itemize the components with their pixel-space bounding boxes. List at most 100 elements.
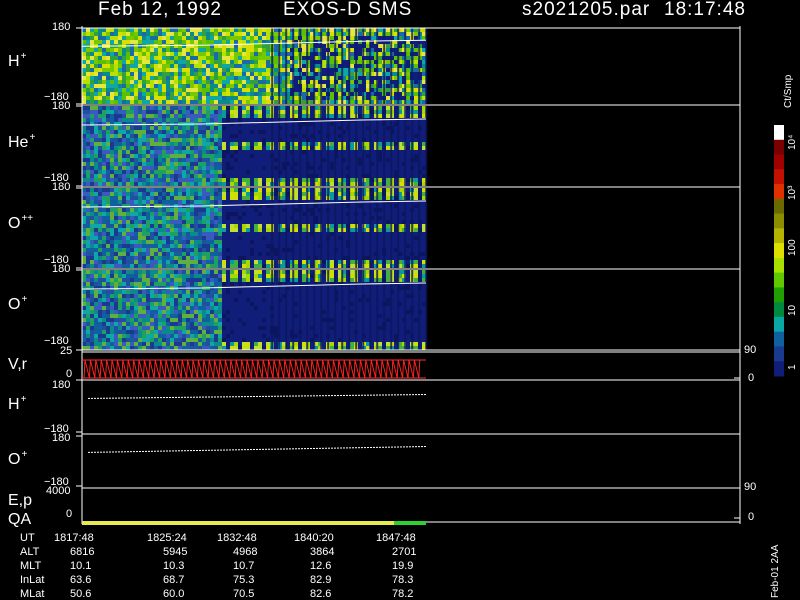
- heatmap-cell: [154, 248, 158, 252]
- heatmap-cell: [414, 68, 418, 72]
- heatmap-cell: [134, 92, 138, 96]
- heatmap-cell: [222, 182, 226, 186]
- heatmap-cell: [178, 106, 182, 110]
- heatmap-cell: [154, 36, 158, 40]
- heatmap-cell: [322, 204, 326, 208]
- heatmap-cell: [226, 110, 230, 114]
- heatmap-cell: [106, 252, 110, 256]
- heatmap-cell: [170, 228, 174, 232]
- heatmap-cell: [182, 134, 186, 138]
- heatmap-cell: [130, 60, 134, 64]
- heatmap-cell: [350, 220, 354, 224]
- heatmap-cell: [138, 228, 142, 232]
- heatmap-cell: [350, 204, 354, 208]
- heatmap-cell: [214, 188, 218, 192]
- heatmap-cell: [386, 220, 390, 224]
- heatmap-cell: [126, 36, 130, 40]
- heatmap-cell: [90, 162, 94, 166]
- heatmap-cell: [158, 260, 162, 264]
- heatmap-cell: [262, 188, 266, 192]
- heatmap-cell: [138, 158, 142, 162]
- heatmap-cell: [358, 96, 362, 100]
- heatmap-cell: [294, 212, 298, 216]
- heatmap-cell: [150, 188, 154, 192]
- heatmap-cell: [222, 60, 226, 64]
- heatmap-cell: [102, 178, 106, 182]
- heatmap-cell: [126, 80, 130, 84]
- heatmap-cell: [102, 68, 106, 72]
- heatmap-cell: [94, 28, 98, 32]
- heatmap-cell: [118, 200, 122, 204]
- heatmap-cell: [250, 36, 254, 40]
- heatmap-cell: [118, 216, 122, 220]
- heatmap-cell: [174, 60, 178, 64]
- heatmap-cell: [294, 162, 298, 166]
- heatmap-cell: [246, 252, 250, 256]
- heatmap-cell: [226, 130, 230, 134]
- heatmap-cell: [414, 138, 418, 142]
- heatmap-cell: [266, 68, 270, 72]
- heatmap-cell: [166, 188, 170, 192]
- heatmap-cell: [254, 264, 258, 268]
- heatmap-cell: [150, 200, 154, 204]
- heatmap-cell: [90, 126, 94, 130]
- heatmap-cell: [194, 182, 198, 186]
- heatmap-cell: [250, 192, 254, 196]
- heatmap-cell: [142, 208, 146, 212]
- heatmap-cell: [82, 192, 86, 196]
- heatmap-cell: [114, 48, 118, 52]
- heatmap-cell: [214, 142, 218, 146]
- heatmap-cell: [138, 118, 142, 122]
- heatmap-cell: [158, 162, 162, 166]
- heatmap-cell: [246, 256, 250, 260]
- heatmap-cell: [194, 166, 198, 170]
- heatmap-cell: [182, 84, 186, 88]
- heatmap-cell: [262, 174, 266, 178]
- heatmap-cell: [214, 68, 218, 72]
- heatmap-cell: [322, 110, 326, 114]
- heatmap-cell: [162, 114, 166, 118]
- heatmap-cell: [198, 106, 202, 110]
- heatmap-cell: [114, 212, 118, 216]
- heatmap-cell: [146, 158, 150, 162]
- heatmap-cell: [154, 216, 158, 220]
- heatmap-cell: [190, 244, 194, 248]
- heatmap-cell: [226, 88, 230, 92]
- heatmap-cell: [134, 260, 138, 264]
- heatmap-cell: [242, 40, 246, 44]
- heatmap-cell: [154, 158, 158, 162]
- heatmap-cell: [94, 130, 98, 134]
- heatmap-cell: [90, 256, 94, 260]
- heatmap-cell: [386, 188, 390, 192]
- heatmap-cell: [94, 126, 98, 130]
- heatmap-cell: [246, 32, 250, 36]
- heatmap-cell: [322, 188, 326, 192]
- heatmap-cell: [94, 68, 98, 72]
- heatmap-cell: [258, 72, 262, 76]
- heatmap-cell: [86, 178, 90, 182]
- heatmap-cell: [214, 196, 218, 200]
- heatmap-cell: [330, 48, 334, 52]
- heatmap-cell: [150, 138, 154, 142]
- heatmap-cell: [122, 200, 126, 204]
- heatmap-cell: [230, 36, 234, 40]
- heatmap-cell: [98, 196, 102, 200]
- heatmap-cell: [194, 162, 198, 166]
- heatmap-cell: [138, 84, 142, 88]
- heatmap-cell: [138, 232, 142, 236]
- heatmap-cell: [238, 236, 242, 240]
- heatmap-cell: [118, 174, 122, 178]
- heatmap-cell: [174, 158, 178, 162]
- heatmap-cell: [330, 76, 334, 80]
- heatmap-cell: [178, 150, 182, 154]
- heatmap-cell: [254, 84, 258, 88]
- heatmap-cell: [198, 248, 202, 252]
- heatmap-cell: [154, 154, 158, 158]
- heatmap-cell: [134, 154, 138, 158]
- heatmap-cell: [274, 88, 278, 92]
- heatmap-cell: [106, 36, 110, 40]
- heatmap-cell: [146, 100, 150, 104]
- heatmap-cell: [246, 92, 250, 96]
- heatmap-cell: [98, 236, 102, 240]
- heatmap-cell: [86, 252, 90, 256]
